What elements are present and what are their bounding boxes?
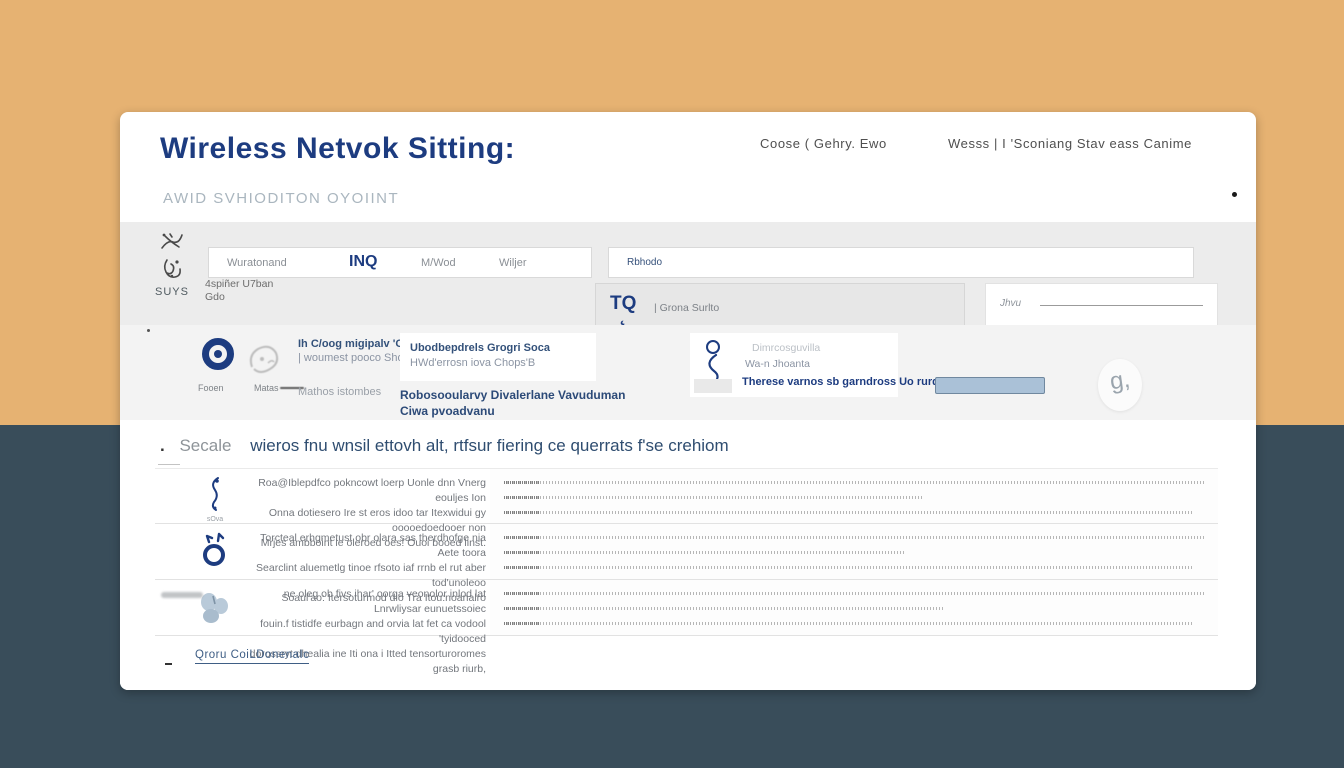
menu-item-close[interactable]: Coose ( Gehry. Ewo [760, 136, 887, 151]
dotted-line [504, 607, 944, 610]
info-band: Fooen Matas Ih C/oog migipalv 'Ookripg |… [120, 325, 1256, 420]
dotted-line [504, 566, 1194, 569]
target-ring-label: Fooen [198, 383, 224, 393]
field-label-1: Wuratonand [227, 257, 287, 269]
item-detail-panel [490, 524, 1218, 579]
field-label-4: Wiljer [499, 257, 527, 269]
circle-arrows-icon [195, 530, 235, 574]
dotted-line [504, 536, 1204, 539]
ssid-input[interactable]: Rbhodo [608, 247, 1194, 278]
list-item: ne oleg ob fivs ihar' oorga veonolor inl… [155, 580, 1218, 636]
info-card-1: Ubodbepdrels Grogri Soca HWd'errosn iova… [400, 333, 596, 381]
ghost-label: Matas [254, 383, 279, 393]
menu-item-wireless[interactable]: Wesss | I 'Sconiang Stav eass Canime [948, 136, 1192, 151]
tq-icon: TQ [610, 293, 636, 315]
target-ring-icon [202, 338, 234, 370]
info-bold-line1: Robosooularvy Divalerlane Vavuduman [400, 387, 625, 403]
heading-text: wieros fnu wnsil ettovh alt, rtfsur fier… [250, 436, 729, 455]
value-field[interactable]: Jhvu [985, 283, 1218, 330]
footer-link[interactable]: Qroru CoiLDonenaIc [195, 649, 309, 664]
form-band: SUYS Wuratonand INQ M/Wod Wiljer Rbhodo … [120, 222, 1256, 325]
info-card1-line2: HWd'errosn iova Chops'B [410, 356, 586, 371]
page-title: Wireless Netvok Sitting: [160, 132, 515, 166]
form-caption: 4spiñer U7ban Gdo [205, 278, 273, 304]
blob-icon [195, 586, 235, 630]
icon-strip [694, 379, 732, 393]
wireless-settings-dialog: Wireless Netvok Sitting: Coose ( Gehry. … [120, 112, 1256, 690]
info-bold-text: Robosooularvy Divalerlane Vavuduman Ciwa… [400, 387, 625, 419]
info-col1-line3: Mathos istombes [298, 385, 381, 399]
heading-bullet: . [160, 436, 165, 455]
details-section: . Secale wieros fnu wnsil ettovh alt, rt… [120, 420, 1256, 690]
desktop-background: Wireless Netvok Sitting: Coose ( Gehry. … [0, 0, 1344, 768]
item-detail-panel [490, 469, 1218, 523]
smudge-icon [161, 592, 203, 598]
info-card2-line2: Wa-n Jhoanta [745, 358, 810, 370]
section-heading: . Secale wieros fnu wnsil ettovh alt, rt… [160, 436, 729, 456]
info-card2-bold: Therese varnos sb garndross Uo rurdo: [742, 376, 949, 388]
ssid-input-label: Rbhodo [627, 257, 662, 268]
mode-toggle-panel[interactable]: TQ | Grona Surlto [595, 283, 965, 330]
caption-line-2: Gdo [205, 291, 273, 304]
mode-toggle-label: | Grona Surlto [654, 302, 719, 314]
signal-icon [159, 256, 185, 282]
field-label-3: M/Wod [421, 257, 456, 269]
primary-button[interactable] [935, 377, 1045, 394]
g-glyph-icon: g, [1108, 366, 1132, 397]
heading-prefix: Secale [179, 436, 231, 455]
network-field-row[interactable]: Wuratonand INQ M/Wod Wiljer [208, 247, 592, 278]
value-field-label: Jhvu [1000, 298, 1021, 309]
info-bold-line2: Ciwa pvoadvanu [400, 403, 625, 419]
dotted-line [504, 511, 1194, 514]
list-item: sOva Roa@Iblepdfco pokncowt loerp Uonle … [155, 468, 1218, 524]
antenna-icon [159, 230, 185, 254]
icon-caption: sOva [195, 516, 235, 523]
dialog-subtitle: AWID SVHIODITON OYOIINT [163, 190, 399, 207]
detail-rows: sOva Roa@Iblepdfco pokncowt loerp Uonle … [155, 468, 1218, 636]
footer-tick-icon [165, 663, 172, 665]
info-card1-line1: Ubodbepdrels Grogri Soca [410, 341, 586, 356]
status-dot-icon [1232, 192, 1237, 197]
dotted-line [504, 622, 1194, 625]
dotted-line [504, 481, 1204, 484]
list-item: Torcteal erhgmetust obr olara sas therdh… [155, 524, 1218, 580]
marker-dot-icon [147, 329, 150, 332]
g-badge: g, [1098, 359, 1142, 411]
heading-tick [158, 464, 180, 465]
caption-line-1: 4spiñer U7ban [205, 278, 273, 291]
sidebar-label: SUYS [142, 286, 202, 298]
info-card2-line1: Dimrcosguvilla [752, 342, 820, 354]
item-detail-panel [490, 580, 1218, 635]
clef-icon: sOva [195, 475, 235, 519]
ghost-scribble-icon [242, 339, 286, 379]
value-field-underline [1040, 305, 1203, 306]
info-card-2: Dimrcosguvilla Wa-n Jhoanta Therese varn… [690, 333, 898, 397]
dotted-line [504, 592, 1204, 595]
field-label-2: INQ [349, 253, 377, 271]
dotted-line [504, 551, 904, 554]
dotted-line [504, 496, 924, 499]
sidebar-icon-cluster: SUYS [142, 228, 202, 298]
